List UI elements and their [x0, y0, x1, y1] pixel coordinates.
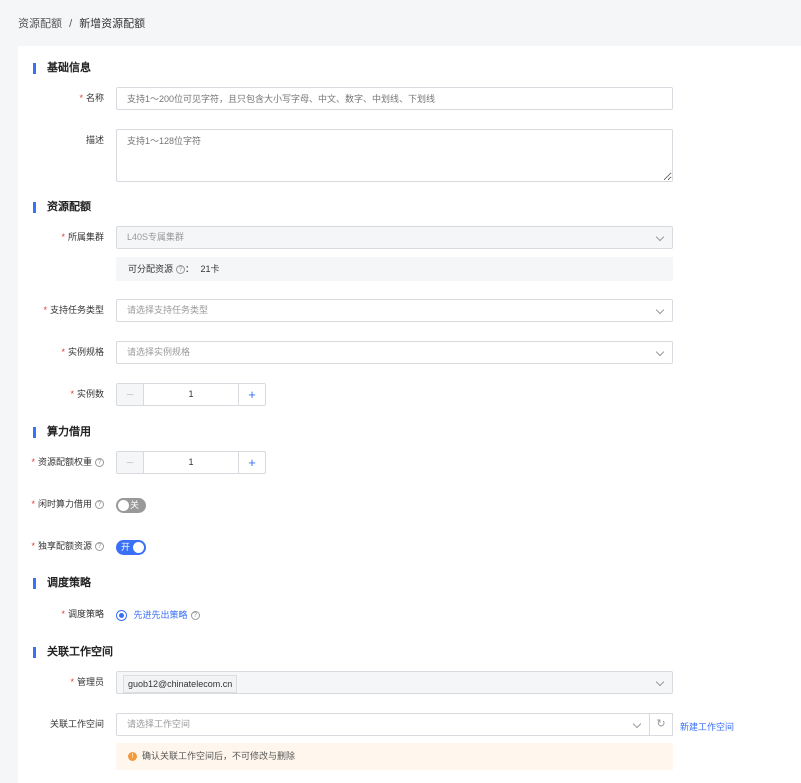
idle-borrow-label: * 闲时算力借用? [4, 493, 104, 516]
radio-checked-icon [116, 610, 127, 622]
chevron-down-icon [655, 347, 665, 357]
admin-tag: guob12@chinatelecom.cn [123, 675, 238, 693]
exclusive-toggle[interactable]: 开 [116, 540, 146, 555]
increment-button[interactable]: + [238, 384, 265, 405]
name-input[interactable] [116, 87, 673, 110]
refresh-icon: ↻ [656, 718, 666, 730]
strategy-label: * 调度策略 [61, 609, 104, 619]
new-workspace-link[interactable]: 新建工作空间 [680, 720, 734, 733]
chevron-down-icon [655, 232, 665, 242]
workspace-select[interactable]: 请选择工作空间 [116, 713, 650, 736]
chevron-down-icon [655, 305, 665, 315]
admin-select[interactable]: guob12@chinatelecom.cn [116, 671, 673, 694]
breadcrumb-separator: / [69, 18, 73, 30]
decrement-button[interactable]: − [117, 452, 144, 473]
section-quota: 资源配额 [33, 202, 91, 213]
toggle-knob [133, 542, 144, 553]
available-resources: 可分配资源?： 21卡 [116, 257, 673, 281]
task-type-label: * 支持任务类型 [43, 305, 104, 315]
warning-icon: ! [128, 752, 137, 762]
cluster-select: L40S专属集群 [116, 226, 673, 249]
chevron-down-icon [632, 719, 642, 729]
weight-label: * 资源配额权重? [4, 451, 104, 474]
section-workspace: 关联工作空间 [33, 647, 113, 658]
section-basic: 基础信息 [33, 63, 91, 74]
breadcrumb-parent[interactable]: 资源配额 [18, 18, 62, 30]
help-icon[interactable]: ? [190, 611, 200, 621]
admin-label: * 管理员 [70, 677, 104, 687]
count-stepper: − 1 + [116, 383, 266, 406]
section-schedule: 调度策略 [33, 578, 91, 589]
name-label: * 名称 [79, 93, 104, 103]
increment-button[interactable]: + [238, 452, 265, 473]
desc-textarea[interactable] [116, 129, 673, 182]
help-icon[interactable]: ? [95, 542, 104, 552]
section-borrow: 算力借用 [33, 427, 91, 438]
count-value[interactable]: 1 [144, 384, 238, 405]
decrement-button[interactable]: − [117, 384, 144, 405]
weight-stepper: − 1 + [116, 451, 266, 474]
strategy-radio[interactable]: 先进先出策略? [116, 609, 200, 622]
cluster-label: * 所属集群 [61, 232, 104, 242]
help-icon[interactable]: ? [95, 500, 104, 510]
desc-label: 描述 [85, 135, 104, 145]
idle-borrow-toggle[interactable]: 关 [116, 498, 146, 513]
workspace-label: 关联工作空间 [49, 719, 104, 729]
help-icon[interactable]: ? [95, 458, 104, 468]
exclusive-label: * 独享配额资源? [4, 535, 104, 558]
chevron-down-icon [655, 677, 665, 687]
refresh-button[interactable]: ↻ [649, 713, 673, 736]
task-type-select[interactable]: 请选择支持任务类型 [116, 299, 673, 322]
spec-select[interactable]: 请选择实例规格 [116, 341, 673, 364]
toggle-knob [118, 500, 129, 511]
help-icon[interactable]: ? [176, 265, 186, 275]
warning-alert: ! 确认关联工作空间后，不可修改与删除 [116, 743, 673, 770]
breadcrumb-current: 新增资源配额 [79, 18, 146, 30]
count-label: * 实例数 [70, 389, 104, 399]
spec-label: * 实例规格 [61, 347, 104, 357]
breadcrumb: 资源配额 / 新增资源配额 [18, 15, 145, 31]
weight-value[interactable]: 1 [144, 452, 238, 473]
